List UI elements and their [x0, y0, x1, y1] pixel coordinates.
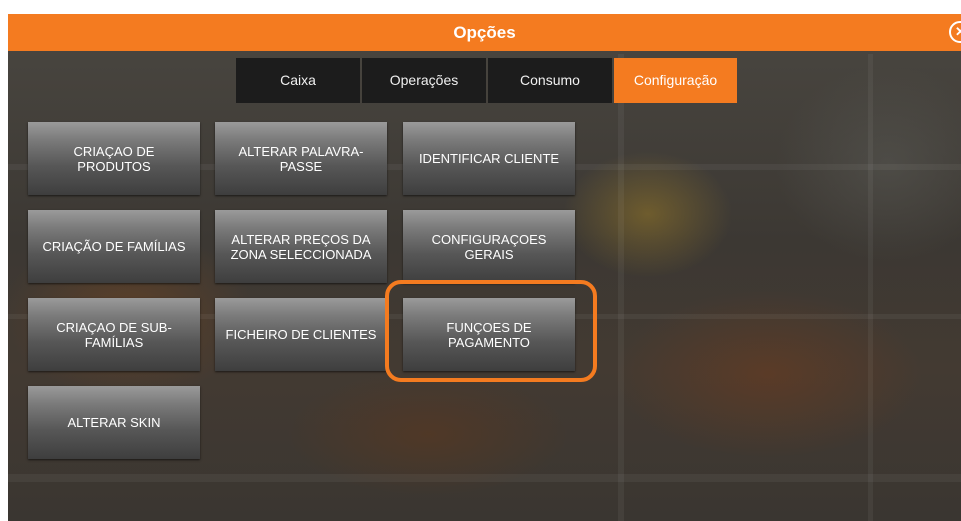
tab-configuracao[interactable]: Configuração [614, 58, 737, 103]
tab-operacoes[interactable]: Operações [362, 58, 486, 103]
tab-consumo[interactable]: Consumo [488, 58, 612, 103]
identificar-cliente-button[interactable]: IDENTIFICAR CLIENTE [403, 122, 575, 195]
title-bar: Opções ✕ [8, 14, 961, 51]
criacao-de-produtos-button[interactable]: CRIAÇAO DE PRODUTOS [28, 122, 200, 195]
criacao-de-sub-familias-button[interactable]: CRIAÇAO DE SUB- FAMÍLIAS [28, 298, 200, 371]
dialog-title: Opções [453, 23, 516, 42]
close-icon[interactable]: ✕ [949, 21, 961, 43]
alterar-precos-zona-button[interactable]: ALTERAR PREÇOS DA ZONA SELECCIONADA [215, 210, 387, 283]
options-dialog: Opções ✕ Caixa Operações Consumo Configu… [8, 14, 961, 521]
tab-caixa[interactable]: Caixa [236, 58, 360, 103]
alterar-skin-button[interactable]: ALTERAR SKIN [28, 386, 200, 459]
criacao-de-familias-button[interactable]: CRIAÇÃO DE FAMÍLIAS [28, 210, 200, 283]
configuracoes-gerais-button[interactable]: CONFIGURAÇOES GERAIS [403, 210, 575, 283]
ficheiro-de-clientes-button[interactable]: FICHEIRO DE CLIENTES [215, 298, 387, 371]
tab-bar: Caixa Operações Consumo Configuração [236, 58, 737, 103]
funcoes-de-pagamento-button[interactable]: FUNÇOES DE PAGAMENTO [403, 298, 575, 371]
alterar-palavra-passe-button[interactable]: ALTERAR PALAVRA- PASSE [215, 122, 387, 195]
